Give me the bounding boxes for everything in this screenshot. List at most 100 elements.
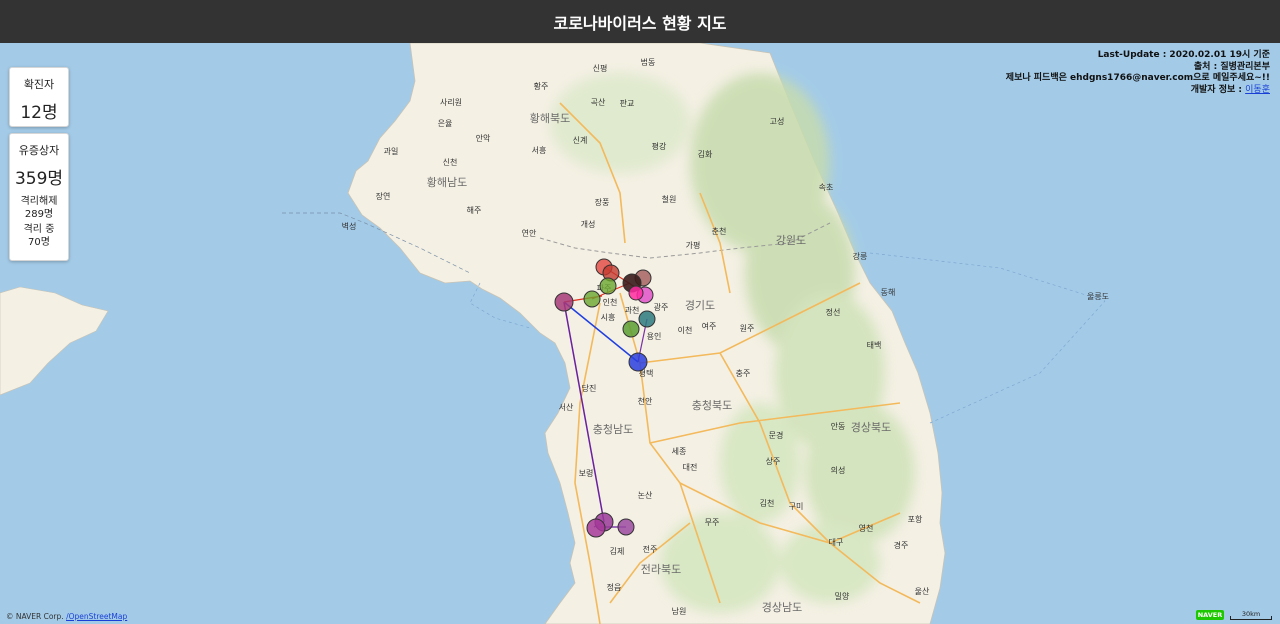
map-scale: 30km xyxy=(1230,610,1272,620)
label-city: 김천 xyxy=(760,498,775,508)
label-city: 남원 xyxy=(672,607,687,616)
label-city: 문경 xyxy=(769,430,784,440)
label-city: 보령 xyxy=(579,469,594,478)
label-city: 세종 xyxy=(672,447,687,456)
case-marker[interactable] xyxy=(628,352,648,372)
suspected-count: 359명 xyxy=(14,169,64,189)
app-title-bar: 코로나바이러스 현황 지도 xyxy=(0,0,1280,43)
label-hwanghae-n: 황해북도 xyxy=(530,111,570,125)
label-city: 당진 xyxy=(582,383,597,393)
naver-credit: © NAVER Corp. xyxy=(6,612,64,621)
label-city: 무주 xyxy=(705,518,720,527)
released-label: 격리해제 xyxy=(20,196,58,207)
case-marker[interactable] xyxy=(586,518,606,538)
osm-link[interactable]: /OpenStreetMap xyxy=(66,612,127,621)
isolating-count: 70명 xyxy=(28,237,50,248)
confirmed-count: 12명 xyxy=(20,103,58,123)
developer-info: 개발자 정보 : 이동훈 xyxy=(1006,85,1270,97)
developer-link[interactable]: 이동훈 xyxy=(1245,85,1270,95)
label-hwanghae-s: 황해남도 xyxy=(427,175,467,189)
label-city: 의성 xyxy=(831,465,846,475)
label-city: 과천 xyxy=(625,305,640,315)
label-city: 김제 xyxy=(610,546,625,556)
label-city: 강릉 xyxy=(853,251,868,261)
isolating-label: 격리 중 xyxy=(23,224,55,235)
label-city: 이천 xyxy=(678,325,693,335)
label-gyeongbuk: 경상북도 xyxy=(851,421,891,434)
label-city: 장풍 xyxy=(595,197,610,207)
case-marker[interactable] xyxy=(617,518,635,536)
case-marker[interactable] xyxy=(622,320,640,338)
label-city: 벽성 xyxy=(342,221,357,231)
label-city: 평강 xyxy=(652,141,667,151)
label-city: 판교 xyxy=(620,99,635,108)
label-city: 태백 xyxy=(867,340,882,350)
label-city: 용인 xyxy=(647,331,662,341)
developer-prefix: 개발자 정보 : xyxy=(1190,84,1246,95)
label-city: 전주 xyxy=(643,544,658,554)
label-city: 인천 xyxy=(603,297,618,307)
case-marker[interactable] xyxy=(628,285,644,301)
label-city: 해주 xyxy=(467,205,482,215)
released-count: 289명 xyxy=(24,209,54,220)
label-city: 춘천 xyxy=(712,226,727,236)
case-marker[interactable] xyxy=(638,310,656,328)
label-chungbuk: 충청북도 xyxy=(692,399,732,412)
label-city: 원주 xyxy=(740,324,755,333)
case-marker[interactable] xyxy=(599,277,617,295)
label-city: 상주 xyxy=(766,456,781,466)
label-city: 대전 xyxy=(683,462,698,472)
label-city: 황주 xyxy=(534,81,549,91)
label-city: 고성 xyxy=(770,117,785,126)
label-city: 사리원 xyxy=(440,98,462,107)
naver-logo[interactable]: NAVER xyxy=(1196,610,1224,620)
label-gyeongnam: 경상남도 xyxy=(762,601,802,614)
label-city: 개성 xyxy=(581,219,596,229)
label-city: 신계 xyxy=(573,135,588,145)
label-city: 가평 xyxy=(686,240,701,250)
label-city: 대구 xyxy=(829,538,844,547)
label-city: 논산 xyxy=(638,490,653,500)
label-city: 정읍 xyxy=(607,582,622,592)
label-gangwon: 강원도 xyxy=(776,234,806,247)
map-credit: © NAVER Corp. /OpenStreetMap xyxy=(6,612,127,621)
feedback-text: 제보나 피드백은 ehdgns1766@naver.com으로 메일주세요~!! xyxy=(1005,73,1270,83)
label-city: 여주 xyxy=(702,321,717,331)
label-city: 장연 xyxy=(376,191,391,201)
label-city: 신평 xyxy=(593,63,608,73)
label-city: 포항 xyxy=(908,515,923,524)
label-gyeonggi: 경기도 xyxy=(685,299,715,312)
map-view[interactable]: 황해북도 황해남도 강원도 경기도 충청북도 충청남도 전라북도 경상북도 경상… xyxy=(0,43,1280,624)
label-city: 서흥 xyxy=(532,145,547,155)
label-city: 은율 xyxy=(438,119,453,128)
map-canvas[interactable]: 황해북도 황해남도 강원도 경기도 충청북도 충청남도 전라북도 경상북도 경상… xyxy=(0,43,1280,624)
label-city: 곡산 xyxy=(591,97,606,107)
label-city: 천안 xyxy=(638,396,653,406)
label-city: 광주 xyxy=(654,302,669,312)
suspected-card: 유증상자 359명 격리해제 289명 격리 중 70명 xyxy=(9,133,69,261)
label-city: 서산 xyxy=(559,402,574,412)
suspected-label: 유증상자 xyxy=(18,144,60,157)
label-city: 법동 xyxy=(641,57,656,67)
label-city: 충주 xyxy=(736,369,751,378)
page-title: 코로나바이러스 현황 지도 xyxy=(553,13,727,33)
label-city: 과일 xyxy=(384,147,399,156)
label-city: 철원 xyxy=(662,194,677,204)
label-chungnam: 충청남도 xyxy=(593,423,633,436)
label-city: 울릉도 xyxy=(1087,292,1109,301)
source-text: 출처 : 질병관리본부 xyxy=(1193,61,1270,72)
label-city: 속초 xyxy=(819,183,834,192)
confirmed-card: 확진자 12명 xyxy=(9,67,69,127)
info-panel: Last-Update : 2020.02.01 19시 기준 출처 : 질병관… xyxy=(1006,50,1270,96)
confirmed-label: 확진자 xyxy=(23,78,55,91)
last-update-text: Last-Update : 2020.02.01 19시 기준 xyxy=(1097,50,1270,60)
case-marker[interactable] xyxy=(554,292,574,312)
label-city: 김화 xyxy=(698,149,713,159)
case-marker[interactable] xyxy=(583,290,601,308)
label-city: 신천 xyxy=(443,157,458,167)
label-city: 영천 xyxy=(859,523,874,533)
label-city: 구미 xyxy=(789,502,804,511)
label-city: 정선 xyxy=(826,307,841,317)
scale-bar xyxy=(1230,616,1272,620)
label-city: 안악 xyxy=(476,133,491,143)
